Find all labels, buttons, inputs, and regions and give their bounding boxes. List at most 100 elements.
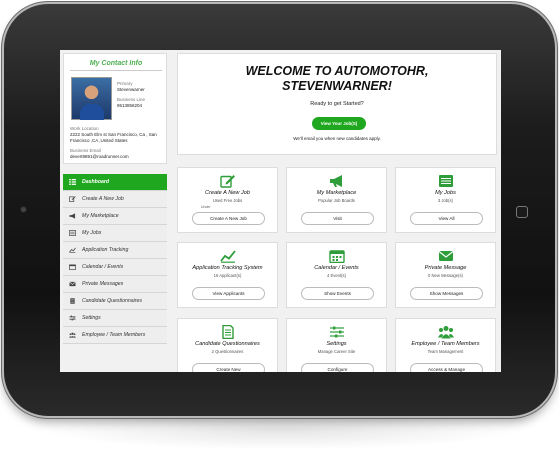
work-location-line2: Francisco ,CA ,United States (70, 138, 128, 143)
chart-icon (178, 249, 277, 263)
tile-subtitle: 0 New Message(s) (428, 273, 463, 278)
primary-value: Stevenwarner (117, 87, 145, 92)
tile-calendar: Calendar / Events 4 Event(s) Show Events (286, 242, 387, 308)
pencil-icon (69, 196, 76, 202)
ready-text: Ready to get Started? (310, 101, 364, 107)
calendar-icon (69, 264, 76, 270)
visit-button[interactable]: Visit (301, 212, 374, 225)
tile-title: Private Message (424, 265, 467, 271)
chart-icon (69, 247, 76, 253)
users-icon (69, 332, 76, 338)
list-icon (69, 230, 76, 236)
users-icon (396, 325, 495, 339)
sidebar-item-my-jobs[interactable]: My Jobs (63, 225, 167, 242)
welcome-panel: WELCOME TO AUTOMOTOHR, STEVENWARNER! Rea… (177, 53, 497, 155)
sidebar-item-label: Application Tracking (82, 247, 129, 253)
megaphone-icon (69, 213, 76, 219)
sidebar-item-marketplace[interactable]: My Marketplace (63, 208, 167, 225)
tile-subtitle: 4 Event(s) (326, 273, 347, 278)
megaphone-icon (287, 174, 386, 188)
welcome-title-line2: STEVENWARNER! (282, 79, 392, 93)
tile-title: My Marketplace (316, 190, 357, 196)
tile-questionnaires: Candidate Questionnaires 2 Questionnaire… (177, 318, 278, 372)
tile-application-tracking: Application Tracking System 16 Applicant… (177, 242, 278, 308)
tile-settings: Settings Manage Career Site Configure (286, 318, 387, 372)
sliders-icon (287, 325, 386, 339)
tablet-frame: My Contact Info Primary Stevenwarner Bus… (4, 4, 555, 416)
document-icon (178, 325, 277, 339)
camera-icon (21, 207, 26, 212)
sidebar-item-settings[interactable]: Settings (63, 310, 167, 327)
sidebar-item-label: Private Messages (82, 281, 124, 287)
work-location-line1: 2222 South Elm st San Francisco, Ca , Sa… (70, 132, 157, 137)
sidebar-item-calendar[interactable]: Calendar / Events (63, 259, 167, 276)
show-messages-button[interactable]: Show Messages (410, 287, 483, 300)
view-your-jobs-button[interactable]: View Your Job(S) (312, 117, 366, 130)
sidebar-item-label: Candidate Questionnaires (82, 298, 142, 304)
home-button[interactable] (516, 206, 528, 218)
configure-button[interactable]: Configure (301, 363, 374, 372)
business-line-label: Business Line (117, 97, 146, 102)
tablet-shadow (40, 410, 520, 450)
access-manage-button[interactable]: Access & Manage (410, 363, 483, 372)
tile-title: Settings (326, 341, 347, 347)
tile-subtitle: Manage Career Site (317, 349, 356, 354)
divider (70, 70, 162, 71)
envelope-icon (396, 249, 495, 263)
tile-subtitle: Used Free Jobs (212, 198, 243, 203)
tile-subtitle: 2 Questionnaires (211, 349, 244, 354)
tile-title: Application Tracking System (192, 265, 263, 271)
tile-subtitle: Team Management (427, 349, 464, 354)
sidebar-item-create-job[interactable]: Create A New Job (63, 191, 167, 208)
sidebar-item-label: Employee / Team Members (82, 332, 146, 338)
tile-title: Employee / Team Members (411, 341, 480, 347)
envelope-icon (69, 281, 76, 287)
contact-card: My Contact Info Primary Stevenwarner Bus… (63, 53, 167, 164)
tile-extra-text: Under (201, 205, 211, 209)
view-all-button[interactable]: View All (410, 212, 483, 225)
tile-title: Candidate Questionnaires (195, 341, 260, 347)
business-email-label: Business Email (70, 148, 101, 153)
page-title: WELCOME TO AUTOMOTOHR, STEVENWARNER! (178, 64, 496, 94)
work-location-label: Work Location (70, 126, 99, 131)
sidebar-item-label: My Marketplace (82, 213, 119, 219)
list-icon (396, 174, 495, 188)
sidebar-item-questionnaires[interactable]: Candidate Questionnaires (63, 293, 167, 310)
avatar (71, 77, 112, 120)
tile-subtitle: 16 Applicant(s) (213, 273, 242, 278)
tile-my-jobs: My Jobs 3 Job(s) View All (395, 167, 496, 233)
welcome-title-line1: WELCOME TO AUTOMOTOHR, (245, 64, 429, 78)
sidebar-item-dashboard[interactable]: Dashboard (63, 174, 167, 191)
tile-title: Create A New Job (205, 190, 250, 196)
business-line-value: 9513856204 (117, 103, 143, 108)
sidebar-item-label: Settings (82, 315, 101, 321)
create-new-job-button[interactable]: Create A New Job (192, 212, 265, 225)
tile-team-members: Employee / Team Members Team Management … (395, 318, 496, 372)
sidebar-item-team-members[interactable]: Employee / Team Members (63, 327, 167, 344)
view-applicants-button[interactable]: View Applicants (192, 287, 265, 300)
tile-marketplace: My Marketplace Popular Job Boards Visit (286, 167, 387, 233)
pencil-icon (178, 174, 277, 188)
sidebar-menu: Dashboard Create A New Job My Marketplac… (63, 174, 167, 344)
show-events-button[interactable]: Show Events (301, 287, 374, 300)
calendar-icon (287, 249, 386, 263)
screen: My Contact Info Primary Stevenwarner Bus… (60, 50, 501, 372)
tile-title: Calendar / Events (314, 265, 359, 271)
create-new-button[interactable]: Create New (192, 363, 265, 372)
grid-icon (69, 179, 76, 185)
sidebar-item-label: My Jobs (82, 230, 102, 236)
document-icon (69, 298, 76, 304)
sidebar-item-label: Dashboard (82, 179, 110, 185)
sidebar-item-private-messages[interactable]: Private Messages (63, 276, 167, 293)
sliders-icon (69, 315, 76, 321)
contact-title: My Contact Info (89, 60, 143, 67)
tile-subtitle: 3 Job(s) (437, 198, 454, 203)
primary-label: Primary (117, 81, 133, 86)
sidebar-item-label: Create A New Job (82, 196, 124, 202)
tile-create-job: Create A New Job Used Free Jobs Under Cr… (177, 167, 278, 233)
business-email-value: devert9891@roadrunner.com (70, 154, 129, 159)
sidebar-item-label: Calendar / Events (82, 264, 124, 270)
sidebar-item-application-tracking[interactable]: Application Tracking (63, 242, 167, 259)
tile-private-message: Private Message 0 New Message(s) Show Me… (395, 242, 496, 308)
tile-subtitle: Popular Job Boards (318, 198, 355, 203)
